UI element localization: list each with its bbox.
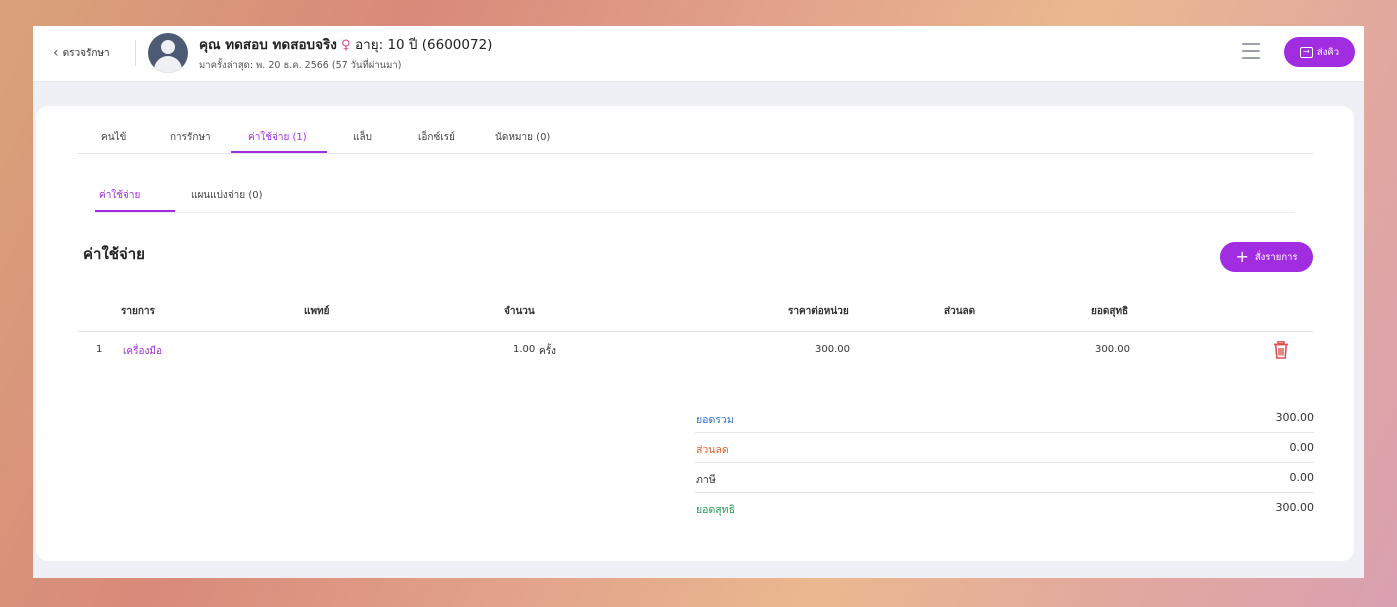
col-discount: ส่วนลด: [944, 306, 976, 317]
add-order-label: สั่งรายการ: [1254, 251, 1298, 263]
totals-summary: ยอดรวม 300.00 ส่วนลด 0.00 ภาษี 0.00 ยอดส…: [695, 403, 1314, 523]
col-unit-price: ราคาต่อหน่วย: [788, 306, 849, 317]
col-item: รายการ: [121, 306, 155, 317]
add-order-button[interactable]: + สั่งรายการ: [1220, 242, 1313, 272]
section-title: ค่าใช้จ่าย: [83, 245, 145, 263]
send-queue-label: ส่งคิว: [1316, 46, 1340, 58]
summary-net-label: ยอดสุทธิ: [696, 504, 736, 516]
row-index: 1: [96, 344, 103, 355]
table-header: รายการ แพทย์ จำนวน ราคาต่อหน่วย ส่วนลด ย…: [77, 296, 1313, 332]
tab-lab[interactable]: แล็บ: [353, 130, 372, 145]
patient-age: อายุ: 10 ปี (6600072): [355, 37, 493, 53]
summary-tax-value: 0.00: [1289, 471, 1315, 484]
patient-header: ‹ ตรวจรักษา คุณ ทดสอบ ทดสอบจริง ♀ อายุ: …: [33, 26, 1364, 82]
sub-tabs: ค่าใช้จ่าย แผนแบ่งจ่าย (0): [95, 185, 1295, 213]
summary-net-value: 300.00: [1275, 501, 1315, 514]
avatar-icon: [148, 33, 188, 73]
col-quantity: จำนวน: [504, 306, 535, 317]
summary-net: ยอดสุทธิ 300.00: [695, 493, 1314, 523]
row-item-link[interactable]: เครื่องมือ: [123, 344, 162, 359]
patient-name: คุณ ทดสอบ ทดสอบจริง: [199, 37, 337, 53]
female-icon: ♀: [341, 38, 351, 53]
send-queue-button[interactable]: → ส่งคิว: [1284, 37, 1355, 67]
col-net: ยอดสุทธิ: [1091, 306, 1129, 317]
row-unit: ครั้ง: [539, 346, 556, 357]
menu-icon[interactable]: [1242, 43, 1260, 59]
tab-appointments[interactable]: นัดหมาย (0): [495, 130, 550, 145]
row-quantity: 1.00: [513, 344, 536, 355]
tab-xray[interactable]: เอ็กซ์เรย์: [418, 130, 455, 145]
back-label: ตรวจรักษา: [62, 47, 110, 59]
trash-icon[interactable]: [1273, 341, 1289, 359]
chevron-left-icon: ‹: [53, 45, 59, 61]
active-tab-indicator: [231, 151, 327, 153]
summary-total: ยอดรวม 300.00: [695, 403, 1314, 433]
summary-discount-value: 0.00: [1289, 441, 1315, 454]
summary-total-value: 300.00: [1275, 411, 1315, 424]
row-unit-price: 300.00: [815, 344, 850, 355]
divider: [135, 40, 136, 66]
tab-expenses[interactable]: ค่าใช้จ่าย (1): [248, 130, 307, 145]
summary-discount: ส่วนลด 0.00: [695, 433, 1314, 463]
table-row: 1 เครื่องมือ 1.00 ครั้ง 300.00 300.00: [77, 332, 1313, 368]
app-window: ‹ ตรวจรักษา คุณ ทดสอบ ทดสอบจริง ♀ อายุ: …: [33, 26, 1364, 578]
tab-treatment[interactable]: การรักษา: [170, 130, 211, 145]
active-subtab-indicator: [95, 210, 175, 212]
content-card: คนไข้ การรักษา ค่าใช้จ่าย (1) แล็บ เอ็กซ…: [36, 106, 1354, 561]
summary-tax: ภาษี 0.00: [695, 463, 1314, 493]
col-doctor: แพทย์: [304, 306, 330, 317]
last-visit-text: มาครั้งล่าสุด: พ. 20 ธ.ค. 2566 (57 วันที…: [199, 60, 402, 71]
main-tabs: คนไข้ การรักษา ค่าใช้จ่าย (1) แล็บ เอ็กซ…: [77, 126, 1313, 154]
subtab-expenses[interactable]: ค่าใช้จ่าย: [99, 188, 140, 203]
tab-patient[interactable]: คนไข้: [101, 130, 126, 145]
subtab-installment-plan[interactable]: แผนแบ่งจ่าย (0): [191, 188, 263, 203]
row-net: 300.00: [1095, 344, 1130, 355]
logout-icon: →: [1299, 46, 1313, 58]
plus-icon: +: [1235, 247, 1249, 266]
summary-discount-label: ส่วนลด: [696, 444, 729, 456]
patient-title: คุณ ทดสอบ ทดสอบจริง ♀ อายุ: 10 ปี (66000…: [199, 33, 492, 55]
back-button[interactable]: ‹ ตรวจรักษา: [53, 43, 110, 63]
summary-total-label: ยอดรวม: [696, 414, 734, 426]
summary-tax-label: ภาษี: [696, 474, 716, 486]
